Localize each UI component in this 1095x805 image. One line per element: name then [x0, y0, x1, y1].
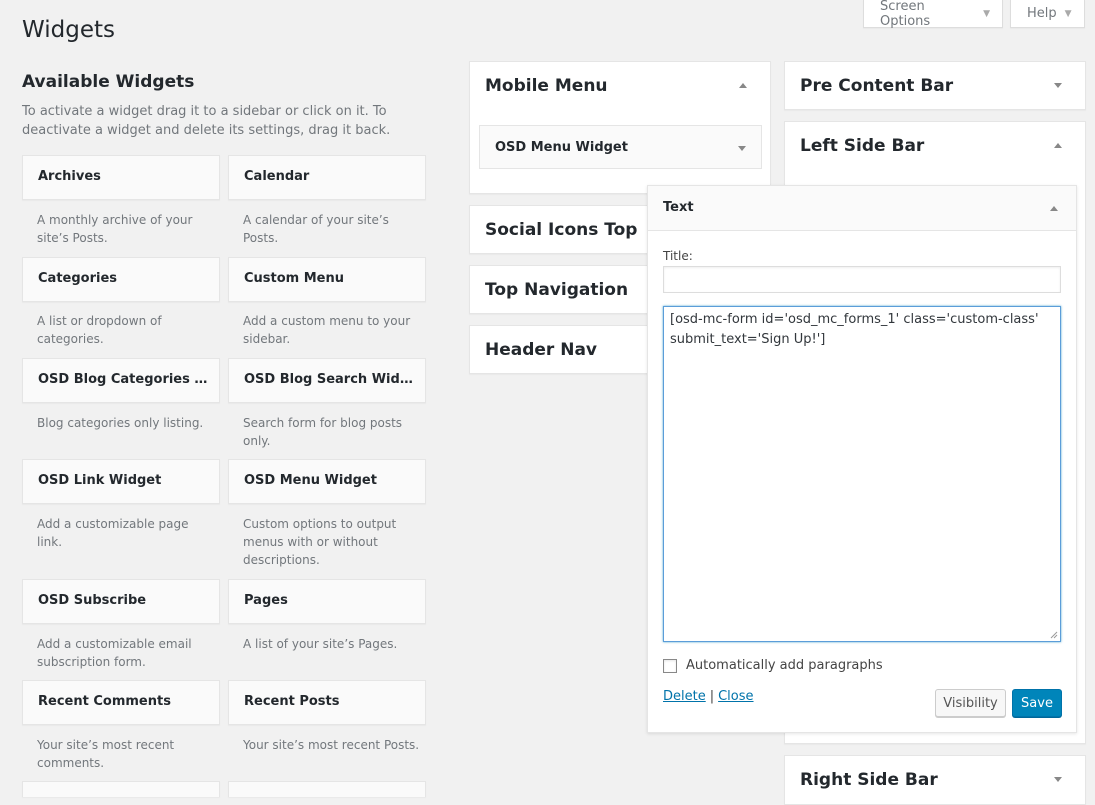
help-label: Help	[1027, 6, 1057, 21]
widget-tile-partial[interactable]	[22, 781, 220, 797]
expand-arrow-icon[interactable]	[1054, 83, 1062, 88]
widget-osd-blog-search[interactable]: OSD Blog Search Widget	[228, 358, 426, 403]
link-separator: |	[709, 689, 715, 704]
widget-name: Custom Menu	[244, 271, 345, 286]
widget-name: Categories	[38, 271, 118, 286]
autop-checkbox[interactable]	[663, 658, 677, 673]
sidebar-widget-name: OSD Menu Widget	[495, 140, 628, 155]
widget-custom-menu[interactable]: Custom Menu	[228, 257, 426, 302]
content-textarea[interactable]: [osd-mc-form id='osd_mc_forms_1' class='…	[663, 306, 1061, 642]
sidebar-title: Social Icons Top	[485, 220, 638, 240]
expand-arrow-icon[interactable]	[738, 146, 746, 151]
close-link[interactable]: Close	[718, 689, 753, 704]
sidebar-pre-content-bar[interactable]: Pre Content Bar	[784, 61, 1086, 110]
widget-name: Archives	[38, 169, 101, 184]
widget-pages[interactable]: Pages	[228, 579, 426, 624]
widget-name: OSD Subscribe	[38, 593, 147, 608]
screen-options-button[interactable]: Screen Options ▼	[863, 0, 1003, 29]
sidebar-title: Left Side Bar	[800, 136, 925, 156]
widget-recent-comments[interactable]: Recent Comments	[22, 680, 220, 725]
widget-name: Calendar	[244, 169, 310, 184]
widget-name: Recent Comments	[38, 694, 171, 709]
widget-description: Blog categories only listing.	[37, 416, 204, 430]
expand-arrow-icon[interactable]	[1054, 777, 1062, 782]
widget-control-links: Delete | Close	[663, 689, 754, 704]
widget-name: OSD Link Widget	[38, 473, 162, 488]
widget-name: Recent Posts	[244, 694, 340, 709]
page-title: Widgets	[22, 17, 115, 43]
widget-tile-partial[interactable]	[228, 781, 426, 797]
available-widgets-description: To activate a widget drag it to a sideba…	[22, 104, 391, 138]
widget-description: A list of your site’s Pages.	[243, 637, 398, 651]
widget-name: OSD Blog Categories Wid...	[38, 372, 210, 387]
widget-description: A monthly archive of your site’s Posts.	[37, 213, 193, 245]
widget-description: Add a customizable email subscription fo…	[37, 637, 192, 669]
sidebar-title: Header Nav	[485, 340, 598, 360]
widget-osd-menu[interactable]: OSD Menu Widget	[228, 459, 426, 504]
collapse-arrow-icon[interactable]	[739, 83, 747, 88]
title-input[interactable]	[663, 266, 1061, 293]
help-button[interactable]: Help ▼	[1010, 0, 1085, 28]
widget-name: Pages	[244, 593, 288, 608]
sidebar-title: Pre Content Bar	[800, 76, 954, 96]
available-widgets-heading: Available Widgets	[22, 72, 195, 92]
widget-osd-link[interactable]: OSD Link Widget	[22, 459, 220, 504]
widget-description: Custom options to output menus with or w…	[243, 517, 397, 567]
text-widget-header[interactable]: Text	[648, 186, 1076, 231]
text-widget-panel: Text Title: [osd-mc-form id='osd_mc_form…	[647, 185, 1077, 733]
sidebar-right-side-bar[interactable]: Right Side Bar	[784, 755, 1086, 805]
title-field-label: Title:	[663, 249, 693, 263]
content-text: [osd-mc-form id='osd_mc_forms_1' class='…	[670, 312, 1039, 347]
screen-options-label: Screen Options	[880, 0, 931, 29]
widget-recent-posts[interactable]: Recent Posts	[228, 680, 426, 725]
widget-osd-subscribe[interactable]: OSD Subscribe	[22, 579, 220, 624]
text-widget-title: Text	[663, 200, 694, 215]
widget-description: A calendar of your site’s Posts.	[243, 213, 389, 245]
save-button[interactable]: Save	[1012, 689, 1062, 717]
chevron-down-icon: ▼	[1064, 8, 1072, 19]
widget-calendar[interactable]: Calendar	[228, 155, 426, 200]
sidebar-widget-osd-menu[interactable]: OSD Menu Widget	[479, 125, 762, 169]
widget-description: Add a custom menu to your sidebar.	[243, 314, 411, 346]
sidebar-title: Top Navigation	[485, 280, 629, 300]
chevron-down-icon: ▼	[983, 8, 990, 19]
delete-link[interactable]: Delete	[663, 689, 706, 704]
sidebar-mobile-menu[interactable]: Mobile Menu OSD Menu Widget	[469, 61, 771, 194]
sidebar-title: Mobile Menu	[485, 76, 608, 96]
widget-categories[interactable]: Categories	[22, 257, 220, 302]
resize-grip-icon[interactable]	[1048, 629, 1058, 639]
widget-name: OSD Menu Widget	[244, 473, 377, 488]
visibility-button[interactable]: Visibility	[935, 689, 1006, 717]
sidebar-title: Right Side Bar	[800, 770, 938, 790]
collapse-arrow-icon[interactable]	[1050, 206, 1058, 211]
autop-row: Automatically add paragraphs	[663, 658, 883, 673]
widget-archives[interactable]: Archives	[22, 155, 220, 200]
collapse-arrow-icon[interactable]	[1054, 143, 1062, 148]
autop-label: Automatically add paragraphs	[686, 658, 883, 673]
widget-description: A list or dropdown of categories.	[37, 314, 162, 346]
widget-name: OSD Blog Search Widget	[244, 372, 416, 387]
widget-osd-blog-categories[interactable]: OSD Blog Categories Wid...	[22, 358, 220, 403]
widget-description: Your site’s most recent Posts.	[243, 738, 420, 752]
widget-description: Search form for blog posts only.	[243, 416, 403, 448]
widget-description: Your site’s most recent comments.	[37, 738, 175, 770]
widget-description: Add a customizable page link.	[37, 517, 189, 549]
